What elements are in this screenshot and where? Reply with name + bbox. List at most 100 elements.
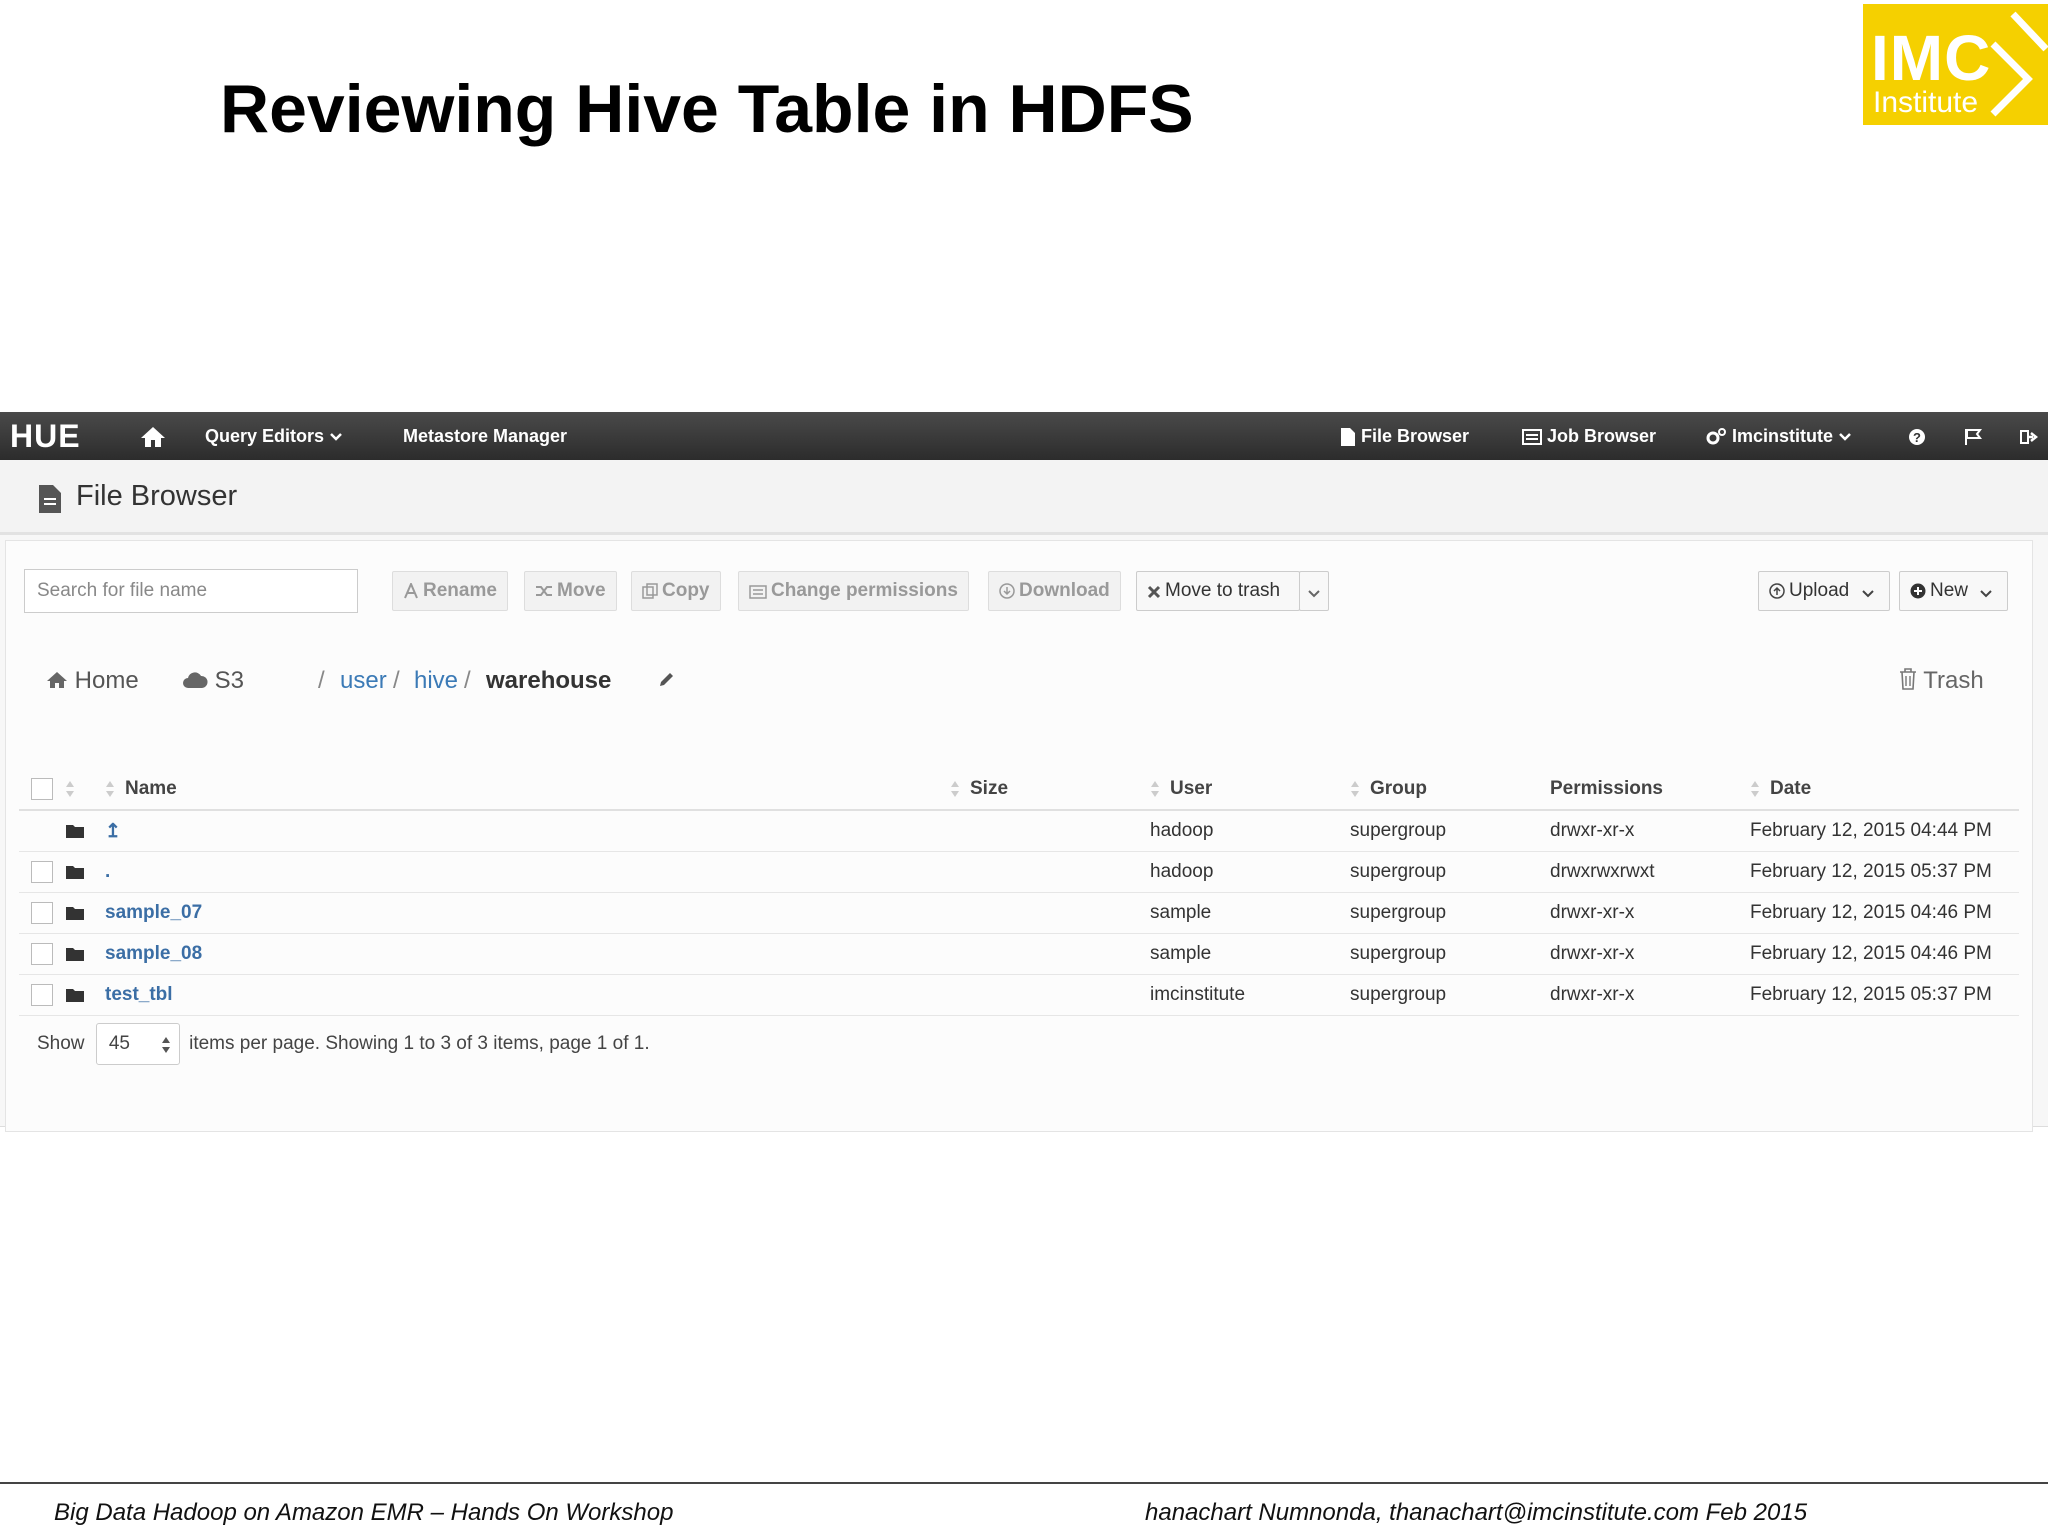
file-name-link[interactable]: ↥ xyxy=(105,821,121,842)
breadcrumb-s3[interactable]: S3 xyxy=(182,663,244,699)
copy-button[interactable]: Copy xyxy=(631,571,721,611)
select-all-cell xyxy=(19,769,65,811)
job-browser-link[interactable]: Job Browser xyxy=(1522,412,1656,460)
file-name-link[interactable]: test_tbl xyxy=(105,984,173,1005)
column-header-date[interactable]: Date xyxy=(1750,769,2019,811)
file-table: Name Size User Group Permissions Date ↥ … xyxy=(19,769,2019,1016)
download-button[interactable]: Download xyxy=(988,571,1121,611)
table-row[interactable]: sample_07 sample supergroup drwxr-xr-x F… xyxy=(19,892,2019,934)
row-date-cell: February 12, 2015 05:37 PM xyxy=(1750,974,2019,1016)
font-icon xyxy=(404,581,418,599)
breadcrumb-home[interactable]: Home xyxy=(46,663,139,699)
row-group-cell: supergroup xyxy=(1350,892,1550,934)
row-name-cell[interactable]: . xyxy=(105,851,950,893)
breadcrumb-separator: / xyxy=(464,667,471,694)
select-all-checkbox[interactable] xyxy=(31,777,53,800)
table-header-row: Name Size User Group Permissions Date xyxy=(19,769,2019,811)
metastore-manager-link[interactable]: Metastore Manager xyxy=(403,412,567,460)
row-date-cell: February 12, 2015 04:46 PM xyxy=(1750,892,2019,934)
logo-main-text: IMC xyxy=(1871,22,1992,94)
column-header-size[interactable]: Size xyxy=(950,769,1150,811)
slide-title: Reviewing Hive Table in HDFS xyxy=(220,71,1194,147)
trash-link[interactable]: Trash xyxy=(1899,663,1984,699)
download-icon xyxy=(999,583,1015,599)
column-user-label: User xyxy=(1170,778,1213,799)
row-checkbox-cell xyxy=(19,851,65,893)
rename-button[interactable]: Rename xyxy=(392,571,508,611)
flag-button[interactable] xyxy=(1964,412,1982,460)
row-name-cell[interactable]: sample_08 xyxy=(105,933,950,975)
row-size-cell xyxy=(950,974,1150,1016)
upload-label: Upload xyxy=(1789,580,1850,601)
breadcrumb-hive[interactable]: hive xyxy=(414,663,458,699)
file-name-link[interactable]: . xyxy=(105,861,110,882)
row-name-cell[interactable]: test_tbl xyxy=(105,974,950,1016)
column-header-user[interactable]: User xyxy=(1150,769,1350,811)
table-row[interactable]: ↥ hadoop supergroup drwxr-xr-x February … xyxy=(19,810,2019,852)
hue-logo[interactable]: HUE xyxy=(10,412,81,460)
help-button[interactable]: ? xyxy=(1908,412,1926,460)
home-nav-button[interactable] xyxy=(140,412,166,460)
row-checkbox[interactable] xyxy=(31,901,53,924)
change-permissions-button[interactable]: Change permissions xyxy=(738,571,969,611)
row-name-cell[interactable]: sample_07 xyxy=(105,892,950,934)
top-navbar: HUE Query Editors Metastore Manager File… xyxy=(0,412,2048,460)
file-name-link[interactable]: sample_07 xyxy=(105,902,202,923)
sort-type-header[interactable] xyxy=(65,769,105,811)
edit-path-button[interactable] xyxy=(658,663,676,699)
table-row[interactable]: sample_08 sample supergroup drwxr-xr-x F… xyxy=(19,933,2019,975)
upload-button[interactable]: Upload xyxy=(1758,571,1890,611)
row-checkbox[interactable] xyxy=(31,860,53,883)
row-name-cell[interactable]: ↥ xyxy=(105,810,950,852)
column-header-group[interactable]: Group xyxy=(1350,769,1550,811)
breadcrumb-home-label: Home xyxy=(74,667,139,694)
sort-icon xyxy=(951,780,959,797)
file-browser-link[interactable]: File Browser xyxy=(1340,412,1469,460)
show-label: Show xyxy=(37,1033,85,1055)
move-to-trash-button[interactable]: Move to trash xyxy=(1136,571,1300,611)
pencil-icon xyxy=(660,673,673,686)
row-permissions-cell: drwxr-xr-x xyxy=(1550,810,1750,852)
new-button[interactable]: New xyxy=(1899,571,2009,611)
row-size-cell xyxy=(950,810,1150,852)
row-type-cell xyxy=(65,933,105,975)
gears-icon xyxy=(1706,428,1726,445)
column-header-name[interactable]: Name xyxy=(105,769,950,811)
footer-divider xyxy=(0,1482,2048,1484)
copy-icon xyxy=(642,583,658,599)
logout-icon xyxy=(2020,430,2039,445)
query-editors-label: Query Editors xyxy=(205,426,325,446)
row-checkbox[interactable] xyxy=(31,942,53,965)
row-date-cell: February 12, 2015 04:46 PM xyxy=(1750,933,2019,975)
chevron-down-icon xyxy=(1839,433,1851,442)
chevron-down-icon xyxy=(1308,590,1320,598)
trash-options-dropdown[interactable] xyxy=(1299,571,1329,611)
file-name-link[interactable]: sample_08 xyxy=(105,943,202,964)
items-per-page-select[interactable]: 45 xyxy=(95,1023,180,1065)
column-date-label: Date xyxy=(1770,778,1812,799)
query-editors-menu[interactable]: Query Editors xyxy=(205,412,343,460)
footer-workshop-title: Big Data Hadoop on Amazon EMR – Hands On… xyxy=(54,1499,674,1526)
table-row[interactable]: test_tbl imcinstitute supergroup drwxr-x… xyxy=(19,974,2019,1016)
logout-button[interactable] xyxy=(2020,412,2039,460)
row-type-cell xyxy=(65,810,105,852)
row-checkbox[interactable] xyxy=(31,983,53,1006)
user-menu[interactable]: Imcinstitute xyxy=(1705,412,1852,460)
column-permissions-label: Permissions xyxy=(1550,778,1663,799)
user-menu-label: Imcinstitute xyxy=(1732,426,1834,446)
column-header-permissions[interactable]: Permissions xyxy=(1550,769,1750,811)
move-button[interactable]: Move xyxy=(524,571,617,611)
items-per-page-value: 45 xyxy=(108,1033,130,1054)
download-label: Download xyxy=(1019,580,1110,601)
search-input[interactable] xyxy=(24,569,358,613)
table-row[interactable]: . hadoop supergroup drwxrwxrwxt February… xyxy=(19,851,2019,893)
row-permissions-cell: drwxr-xr-x xyxy=(1550,892,1750,934)
file-browser-nav-label: File Browser xyxy=(1361,426,1470,446)
breadcrumb-user[interactable]: user xyxy=(340,663,387,699)
file-browser-icon xyxy=(39,485,61,513)
random-icon xyxy=(536,586,552,596)
row-group-cell: supergroup xyxy=(1350,933,1550,975)
row-checkbox-cell xyxy=(19,892,65,934)
row-size-cell xyxy=(950,851,1150,893)
row-user-cell: sample xyxy=(1150,892,1350,934)
